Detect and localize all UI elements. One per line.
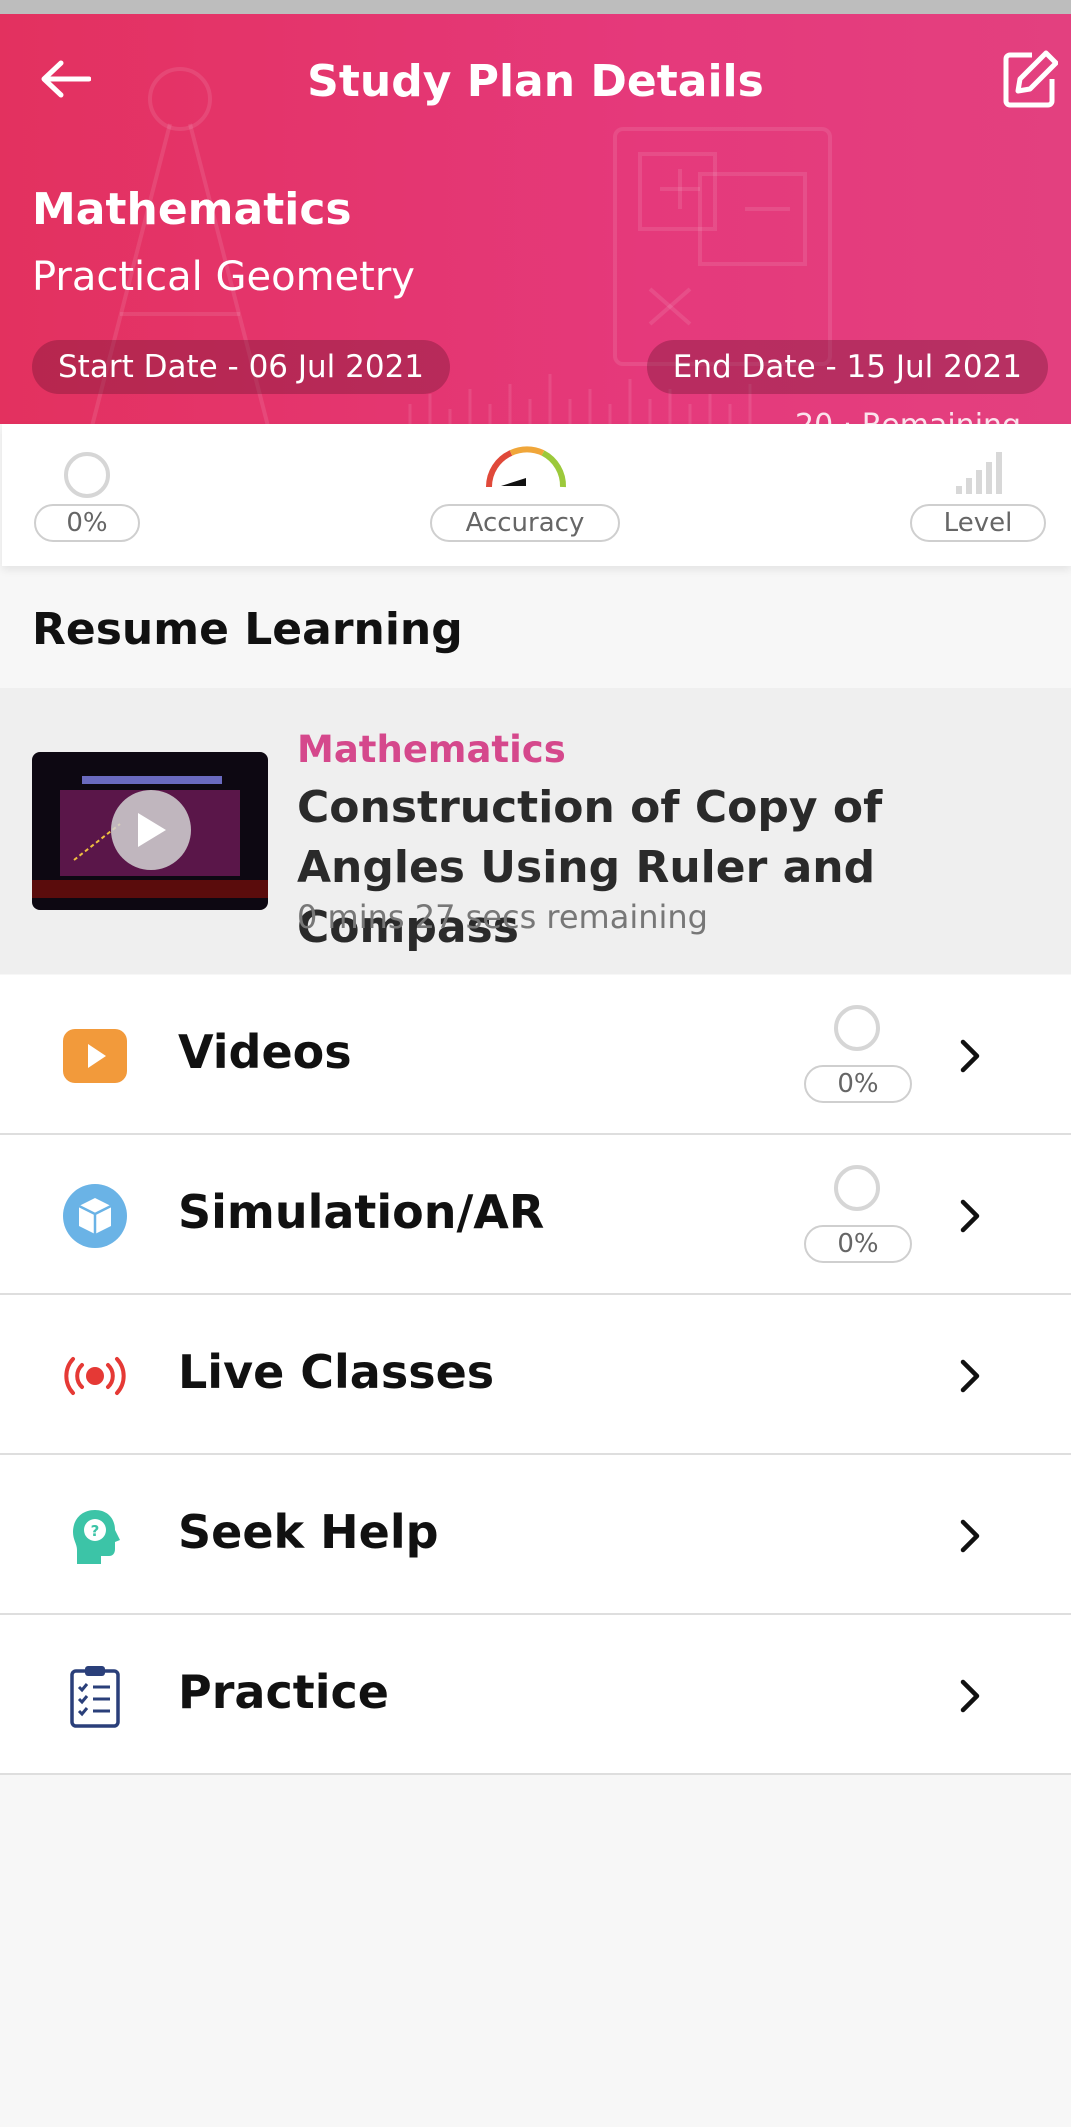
menu-item-seek-help[interactable]: ? Seek Help [0,1455,1071,1615]
arrow-left-icon [41,60,91,98]
chevron-right-icon [955,1031,985,1081]
thumbnail-footer-bar [32,880,268,898]
resume-subject: Mathematics [297,728,566,771]
menu-label: Seek Help [178,1505,439,1559]
chevron-right-icon [955,1511,985,1561]
live-broadcast-icon [62,1343,128,1409]
menu-label: Practice [178,1665,389,1719]
status-bar [0,0,1071,14]
menu-item-practice[interactable]: Practice [0,1615,1071,1775]
study-menu: Videos 0% Simulation/AR 0% Live Classes … [0,975,1071,1775]
videos-progress: 0% [804,1005,912,1105]
menu-label: Videos [178,1025,352,1079]
menu-item-simulation-ar[interactable]: Simulation/AR 0% [0,1135,1071,1295]
progress-ring-icon [64,452,110,498]
chapter-name: Practical Geometry [32,254,415,300]
thumbnail-caption-bar [82,776,222,784]
start-date-badge: Start Date - 06 Jul 2021 [32,340,451,394]
menu-item-live-classes[interactable]: Live Classes [0,1295,1071,1455]
menu-label: Simulation/AR [178,1185,545,1239]
signal-bars-icon [956,452,1002,494]
end-date-badge: End Date - 15 Jul 2021 [646,340,1048,394]
chevron-right-icon [955,1351,985,1401]
chevron-right-icon [955,1671,985,1721]
resume-learning-card[interactable]: Mathematics Construction of Copy of Angl… [0,688,1071,974]
back-button[interactable] [30,44,100,114]
edit-pencil-icon [1003,50,1058,108]
header-banner: Study Plan Details Mathematics Practical… [0,14,1071,424]
progress-value: 0% [34,504,140,542]
accuracy-stat[interactable]: Accuracy [430,424,620,566]
time-remaining: 0 mins 27 secs remaining [297,898,708,936]
progress-stat: 0% [32,424,142,566]
chevron-right-icon [955,1191,985,1241]
clipboard-checklist-icon [62,1663,128,1729]
video-thumbnail[interactable] [32,752,268,910]
play-icon [62,1023,128,1089]
svg-text:?: ? [91,1522,100,1540]
progress-ring-icon [834,1005,880,1051]
menu-item-videos[interactable]: Videos 0% [0,975,1071,1135]
page-title: Study Plan Details [307,56,764,107]
cube-icon [62,1183,128,1249]
gauge-icon [485,446,566,488]
progress-value: 0% [804,1225,912,1263]
simulation-progress: 0% [804,1165,912,1265]
edit-button[interactable] [995,44,1065,114]
level-label: Level [910,504,1046,542]
menu-label: Live Classes [178,1345,495,1399]
stats-card: 0% Accuracy Level [2,424,1071,566]
progress-ring-icon [834,1165,880,1211]
resume-learning-heading: Resume Learning [32,604,463,655]
subject-name: Mathematics [32,184,352,235]
help-head-icon: ? [62,1503,128,1569]
progress-value: 0% [804,1065,912,1103]
remaining-days-text: 20 · Remaining [795,408,1021,424]
accuracy-label: Accuracy [430,504,620,542]
level-stat[interactable]: Level [910,424,1048,566]
play-button-icon[interactable] [111,790,191,870]
